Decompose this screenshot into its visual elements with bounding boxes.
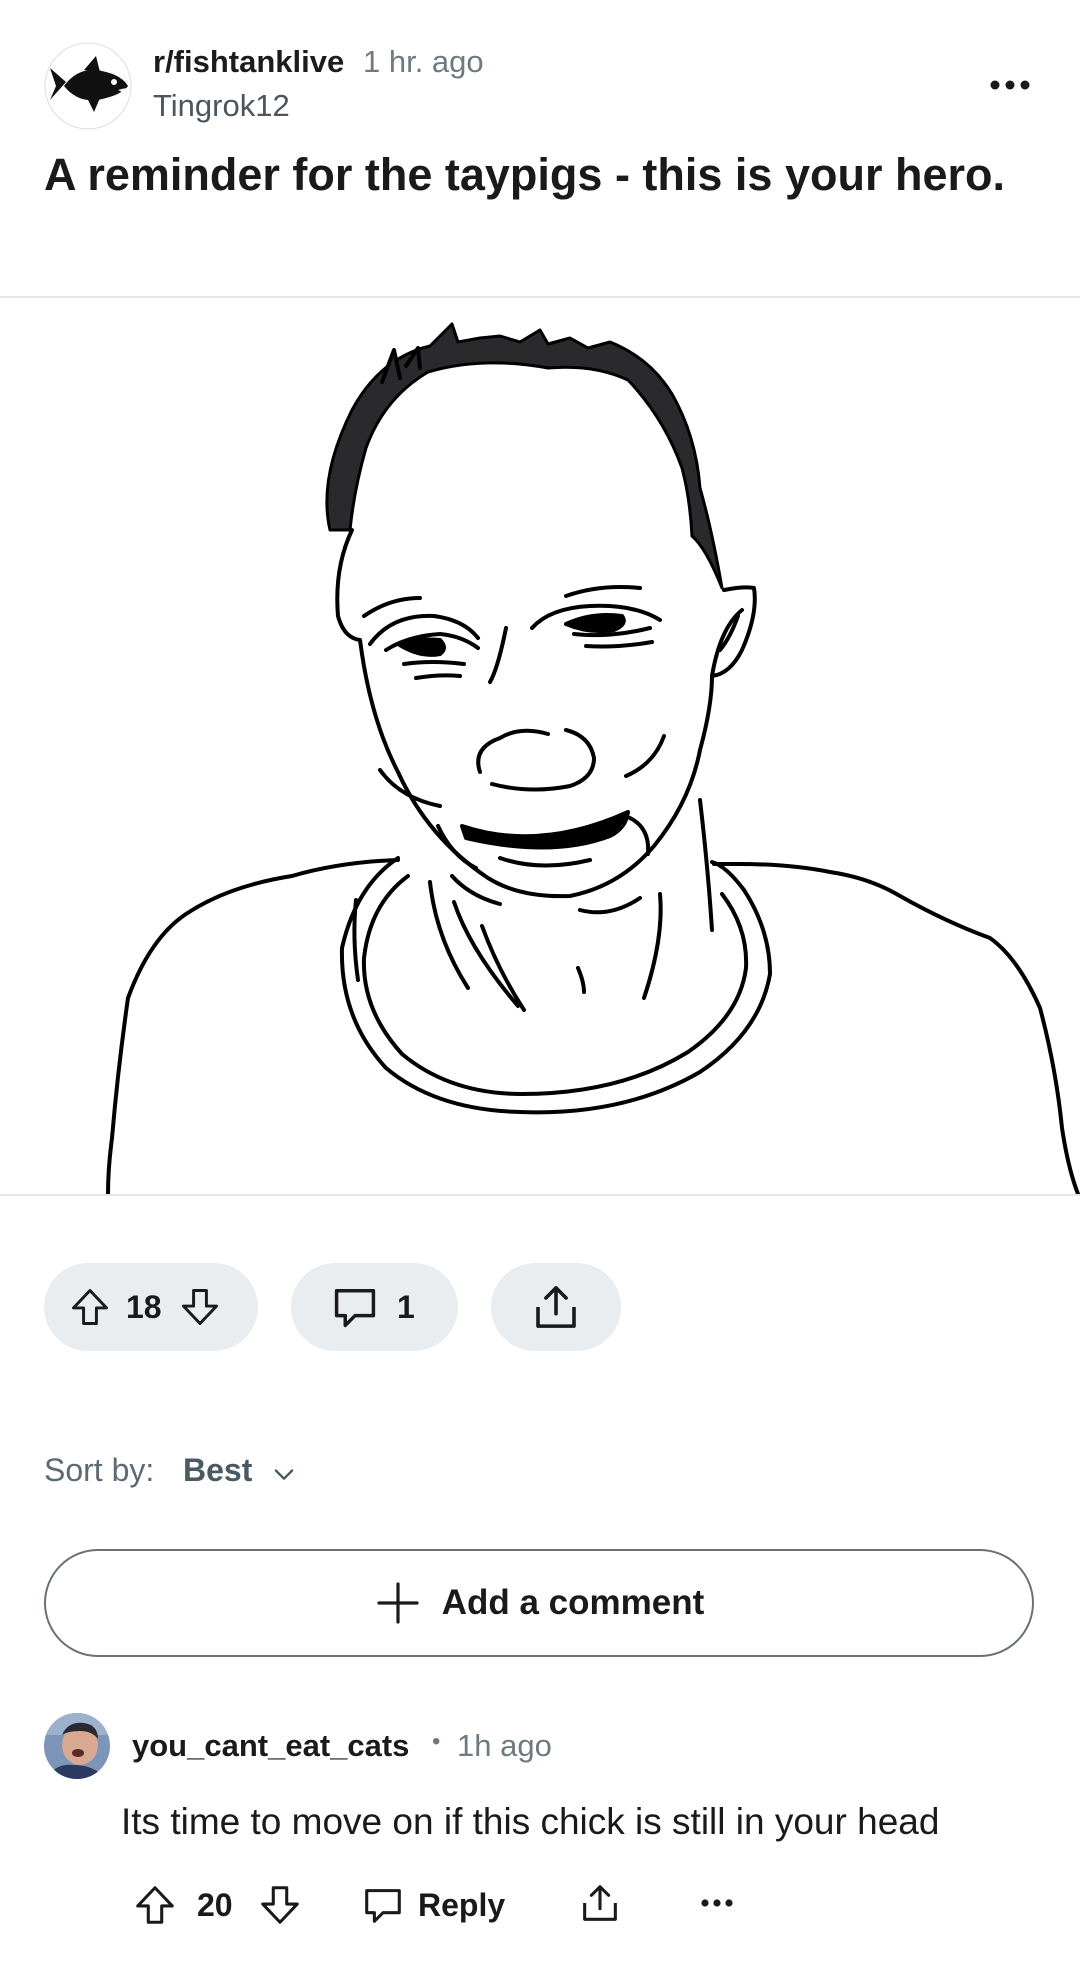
vote-pill: 18 xyxy=(44,1263,258,1351)
more-horizontal-icon[interactable] xyxy=(700,1893,734,1913)
comment-time: 1h ago xyxy=(457,1728,552,1763)
chevron-down-icon[interactable] xyxy=(270,1460,298,1488)
more-options-button[interactable] xyxy=(985,70,1035,100)
comment-body: Its time to move on if this chick is sti… xyxy=(121,1801,940,1842)
speech-bubble-icon xyxy=(365,1889,401,1923)
separator-dot: • xyxy=(432,1728,441,1755)
subreddit-avatar[interactable] xyxy=(44,42,132,130)
speech-bubble-icon xyxy=(334,1289,376,1328)
drawing-illustration xyxy=(106,322,1080,1196)
arrow-down-icon[interactable] xyxy=(257,1882,303,1928)
sort-label: Sort by: xyxy=(44,1452,155,1488)
post-title: A reminder for the taypigs - this is you… xyxy=(44,149,1005,200)
post-author[interactable]: Tingrok12 xyxy=(153,88,290,124)
share-icon[interactable] xyxy=(577,1880,623,1926)
reply-button[interactable]: Reply xyxy=(360,1880,505,1930)
fish-logo-icon xyxy=(44,42,132,130)
divider-bottom xyxy=(0,1194,1080,1196)
arrow-down-icon[interactable] xyxy=(178,1285,222,1329)
avatar[interactable] xyxy=(44,1713,110,1779)
arrow-up-icon[interactable] xyxy=(132,1882,178,1928)
comment-score: 20 xyxy=(197,1887,233,1923)
post-image[interactable] xyxy=(0,298,1080,1196)
add-comment-label: Add a comment xyxy=(441,1583,705,1622)
comments-button[interactable]: 1 xyxy=(291,1263,458,1351)
share-icon xyxy=(536,1286,576,1328)
share-button[interactable] xyxy=(491,1263,621,1351)
sort-dropdown[interactable]: Best xyxy=(183,1452,252,1489)
user-avatar-icon xyxy=(44,1713,110,1779)
arrow-up-icon[interactable] xyxy=(68,1285,112,1329)
subreddit-name[interactable]: r/fishtanklive xyxy=(153,44,344,80)
comment-count: 1 xyxy=(397,1288,415,1325)
add-comment-button[interactable]: Add a comment xyxy=(44,1549,1034,1657)
plus-icon xyxy=(377,1582,419,1624)
reply-label: Reply xyxy=(418,1886,506,1923)
vote-count: 18 xyxy=(126,1288,162,1325)
post-time: 1 hr. ago xyxy=(363,44,484,79)
comment-author[interactable]: you_cant_eat_cats xyxy=(132,1728,409,1764)
more-horizontal-icon xyxy=(990,80,1030,90)
